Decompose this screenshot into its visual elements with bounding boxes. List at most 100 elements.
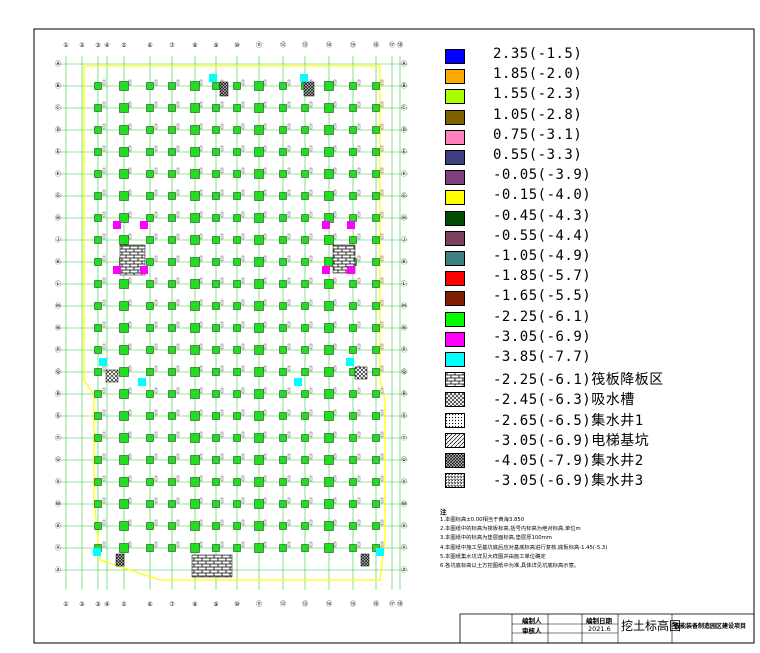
column-pad xyxy=(94,368,102,376)
column-pad xyxy=(349,302,357,310)
column-pad xyxy=(212,214,220,222)
column-pad xyxy=(349,104,357,112)
column-pad xyxy=(212,368,220,376)
pile-tag xyxy=(241,277,245,284)
legend-item: 0.75(-3.1) xyxy=(445,127,745,147)
legend-swatch xyxy=(445,291,465,307)
column-pad xyxy=(254,191,264,201)
drainage-trough xyxy=(105,369,119,383)
column-pad xyxy=(349,544,357,552)
column-pad xyxy=(146,104,154,112)
pile-tag xyxy=(263,343,267,350)
pile-tag xyxy=(357,79,361,86)
pile-tag xyxy=(357,519,361,526)
column-pad xyxy=(254,521,264,531)
pile-tag xyxy=(357,255,361,262)
pile-tag xyxy=(357,321,361,328)
pile-tag xyxy=(102,211,106,218)
pile-tag xyxy=(199,233,203,240)
pile-tag xyxy=(263,189,267,196)
column-pad xyxy=(324,477,334,487)
column-pad xyxy=(94,412,102,420)
column-pad xyxy=(190,235,200,245)
pile-tag xyxy=(380,431,384,438)
pile-tag xyxy=(309,277,313,284)
column-pad xyxy=(119,455,129,465)
pile-tag xyxy=(357,475,361,482)
axis-label-left: Ⓤ xyxy=(55,456,61,464)
pile-tag xyxy=(199,299,203,306)
column-pad xyxy=(254,213,264,223)
column-pad xyxy=(212,522,220,530)
deep-pad xyxy=(347,266,355,274)
column-pad xyxy=(168,368,176,376)
legend-item: -2.45(-6.3)吸水槽 xyxy=(445,389,745,409)
elevator-pit xyxy=(115,553,125,567)
pile-tag xyxy=(287,431,291,438)
legend-item: -0.55(-4.4) xyxy=(445,228,745,248)
column-pad xyxy=(349,346,357,354)
column-pad xyxy=(233,258,241,266)
pile-tag xyxy=(287,255,291,262)
pile-tag xyxy=(154,431,158,438)
column-pad xyxy=(190,367,200,377)
column-pad xyxy=(372,500,380,508)
column-pad xyxy=(94,324,102,332)
pile-tag xyxy=(287,541,291,548)
pile-tag xyxy=(176,255,180,262)
column-pad xyxy=(301,280,309,288)
axis-label-bottom: ⑨ xyxy=(213,601,218,608)
column-pad xyxy=(254,257,264,267)
column-pad xyxy=(301,214,309,222)
column-pad xyxy=(372,522,380,530)
pile-tag xyxy=(309,365,313,372)
axis-label-right: Ⓦ xyxy=(401,500,407,508)
reviewer-label: 审核人 xyxy=(522,627,542,635)
deepest-pad xyxy=(346,358,354,366)
column-pad xyxy=(279,456,287,464)
pile-tag xyxy=(128,123,132,130)
column-pad xyxy=(190,169,200,179)
column-pad xyxy=(279,214,287,222)
column-pad xyxy=(349,434,357,442)
axis-label-right: Ⓐ xyxy=(401,60,407,68)
column-pad xyxy=(254,81,264,91)
pile-tag xyxy=(199,409,203,416)
drainage-trough xyxy=(354,366,368,380)
column-pad xyxy=(168,280,176,288)
pile-tag xyxy=(154,123,158,130)
axis-label-top: ⑬ xyxy=(302,41,308,49)
pile-tag xyxy=(263,255,267,262)
column-pad xyxy=(372,346,380,354)
column-pad xyxy=(233,390,241,398)
axis-label-bottom: ① xyxy=(63,601,68,608)
pile-tag xyxy=(176,497,180,504)
column-pad xyxy=(168,478,176,486)
column-pad xyxy=(94,280,102,288)
column-pad xyxy=(301,302,309,310)
column-pad xyxy=(190,103,200,113)
pile-tag xyxy=(241,101,245,108)
pile-tag xyxy=(309,497,313,504)
pile-tag xyxy=(287,79,291,86)
axis-label-top: ⑤ xyxy=(121,42,126,49)
pile-tag xyxy=(380,453,384,460)
column-pad xyxy=(119,411,129,421)
pile-tag xyxy=(263,167,267,174)
legend-label: -1.85(-5.7) xyxy=(493,268,592,285)
pile-tag xyxy=(333,145,337,152)
pile-tag xyxy=(309,167,313,174)
column-pad xyxy=(324,367,334,377)
pile-tag xyxy=(154,321,158,328)
axis-label-right: Ⓓ xyxy=(401,126,407,134)
pile-tag xyxy=(154,277,158,284)
pile-tag xyxy=(287,145,291,152)
column-pad xyxy=(233,302,241,310)
pile-tag xyxy=(128,519,132,526)
pile-tag xyxy=(309,453,313,460)
axis-label-left: Ⓨ xyxy=(55,544,61,552)
column-pad xyxy=(233,544,241,552)
pile-tag xyxy=(102,409,106,416)
pile-tag xyxy=(263,409,267,416)
pile-tag xyxy=(102,101,106,108)
